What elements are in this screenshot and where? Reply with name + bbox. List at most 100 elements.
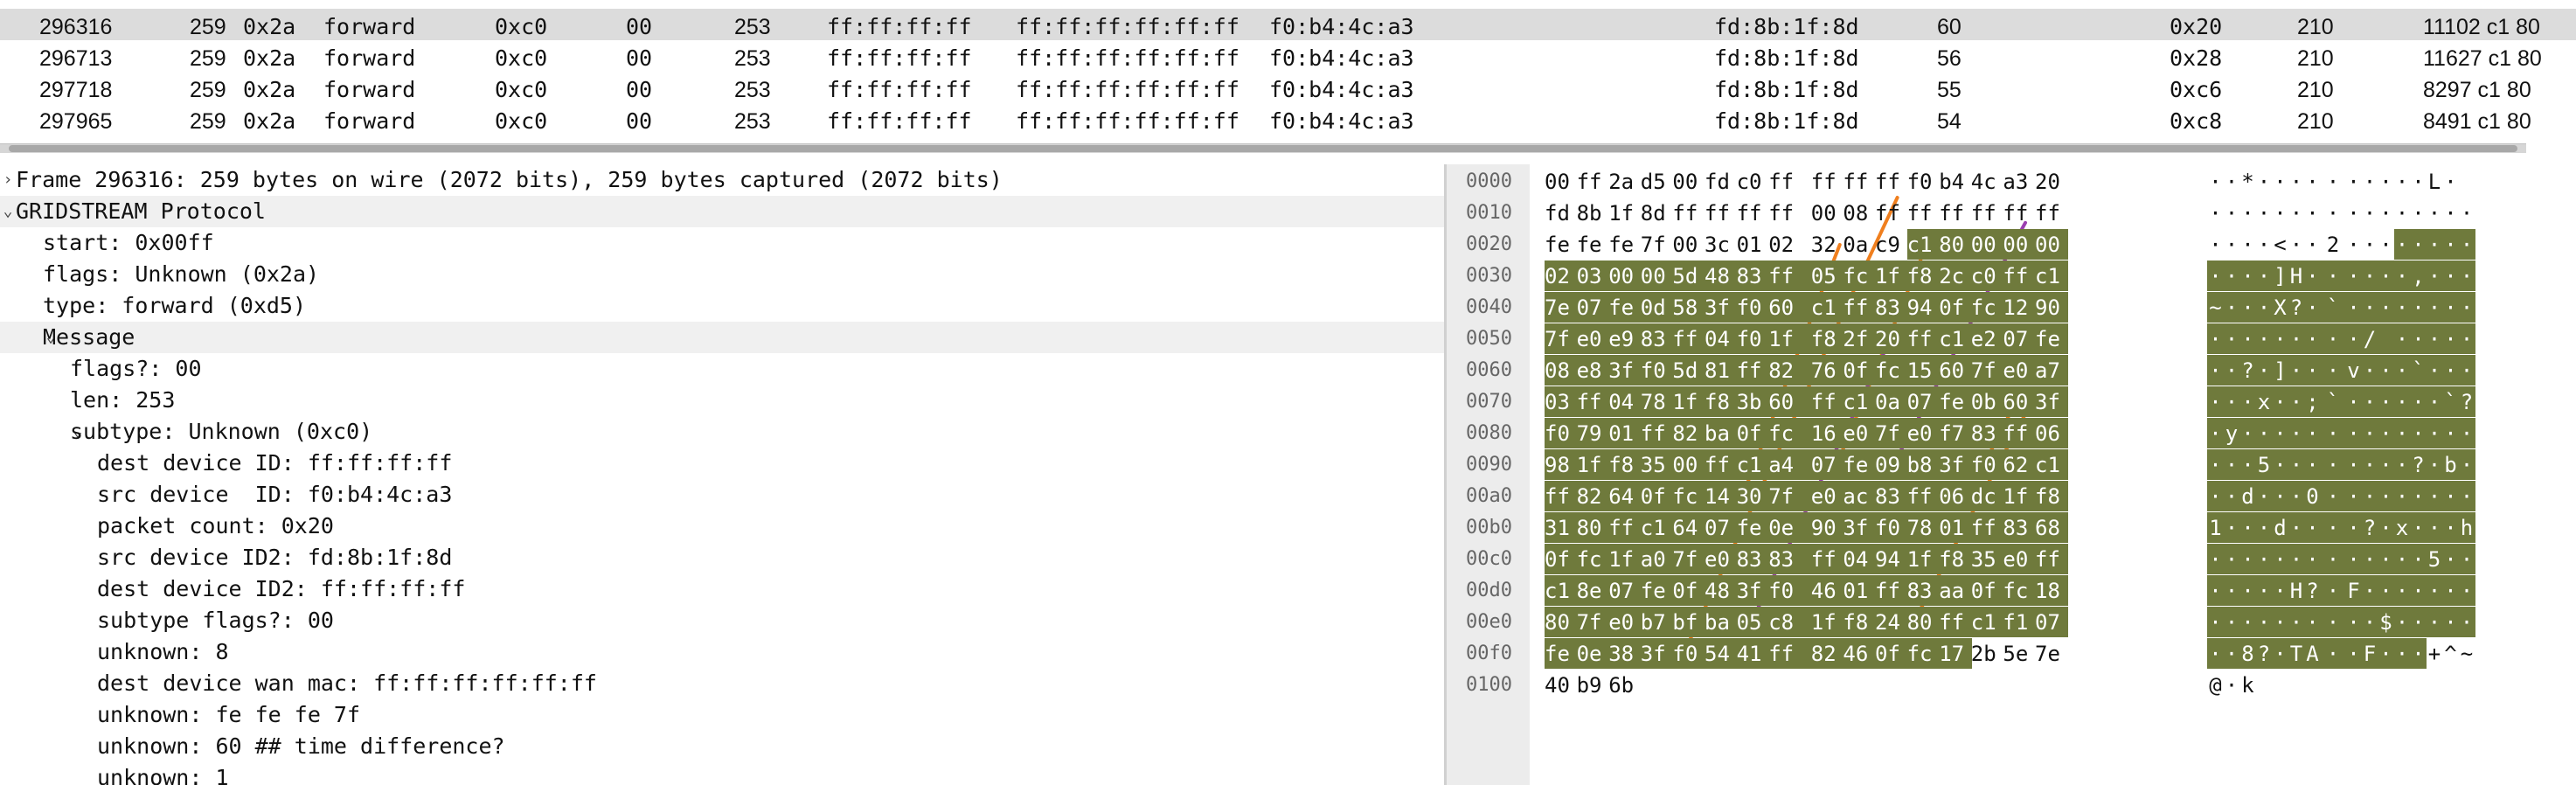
hex-byte[interactable]: 07 (1705, 512, 1738, 543)
hex-byte[interactable]: 7e (2035, 638, 2068, 669)
ascii-char[interactable]: ? (2410, 449, 2427, 480)
ascii-char[interactable]: · (2410, 386, 2427, 417)
hex-byte[interactable]: fc (1970, 292, 2004, 323)
ascii-char[interactable]: · (2410, 575, 2427, 606)
hex-byte[interactable]: 7f (1768, 481, 1812, 511)
hex-byte[interactable]: ff (1906, 323, 1941, 354)
ascii-char[interactable]: · (2239, 449, 2256, 480)
hex-byte[interactable]: 0f (1640, 481, 1674, 511)
ascii-char[interactable]: H (2288, 575, 2305, 606)
hex-byte[interactable]: 31 (1545, 512, 1578, 543)
ascii-char[interactable]: · (2393, 292, 2411, 323)
hex-byte[interactable]: 01 (1608, 418, 1642, 448)
hex-byte[interactable]: ba (1705, 607, 1738, 637)
ascii-char[interactable]: · (2458, 261, 2475, 291)
ascii-char[interactable]: · (2223, 323, 2240, 354)
hex-byte[interactable]: f0 (1736, 323, 1770, 354)
hex-byte[interactable]: ff (1736, 355, 1770, 386)
ascii-char[interactable]: · (2256, 198, 2273, 228)
ascii-char[interactable]: · (2361, 261, 2378, 291)
ascii-char[interactable]: · (2378, 638, 2394, 669)
ascii-char[interactable]: · (2378, 198, 2394, 228)
ascii-char[interactable]: · (2378, 166, 2394, 197)
hex-byte[interactable]: ff (1811, 166, 1844, 197)
ascii-char[interactable]: ? (2361, 512, 2378, 543)
ascii-char[interactable]: , (2410, 261, 2427, 291)
hex-byte[interactable]: 20 (1875, 323, 1908, 354)
hex-byte[interactable]: f8 (1906, 261, 1941, 291)
ascii-char[interactable]: · (2378, 386, 2394, 417)
hex-byte[interactable]: e0 (1843, 418, 1876, 448)
hex-byte[interactable]: d5 (1641, 166, 1674, 197)
hex-byte[interactable]: ff (1672, 198, 1705, 228)
ascii-char[interactable]: 5 (2255, 449, 2273, 480)
hex-byte[interactable]: 00 (1640, 261, 1674, 291)
hex-byte[interactable]: 1f (1810, 607, 1844, 637)
ascii-char[interactable]: · (2458, 544, 2475, 574)
hex-byte[interactable]: fd (1705, 166, 1738, 197)
ascii-char[interactable]: · (2427, 198, 2443, 228)
hex-byte[interactable]: 83 (1736, 261, 1770, 291)
hex-byte[interactable]: f0 (1907, 166, 1941, 197)
ascii-char[interactable]: · (2239, 292, 2256, 323)
ascii-char[interactable]: · (2320, 481, 2346, 511)
hex-byte[interactable]: e0 (1705, 544, 1738, 574)
ascii-char[interactable]: · (2288, 418, 2305, 448)
hex-byte[interactable]: ff (1640, 418, 1674, 448)
hex-byte[interactable]: 03 (1576, 261, 1610, 291)
hex-byte[interactable]: fc (2003, 575, 2036, 606)
ascii-char[interactable]: · (2459, 198, 2475, 228)
hex-byte[interactable]: ff (1672, 323, 1705, 354)
ascii-char[interactable]: · (2393, 418, 2411, 448)
hex-byte[interactable]: e8 (1576, 355, 1610, 386)
hex-byte[interactable]: 16 (1810, 418, 1844, 448)
hex-byte[interactable]: f8 (1810, 323, 1844, 354)
ascii-char[interactable]: ? (2458, 386, 2475, 417)
hex-byte[interactable]: 5d (1672, 355, 1705, 386)
hex-byte[interactable]: 78 (1640, 386, 1674, 417)
ascii-char[interactable]: · (2223, 638, 2240, 669)
hex-byte[interactable]: 06 (2035, 418, 2068, 448)
hex-byte[interactable]: 64 (1608, 481, 1642, 511)
ascii-char[interactable]: · (2442, 544, 2459, 574)
hex-byte[interactable]: ff (2035, 198, 2068, 228)
ascii-char[interactable]: ` (2320, 292, 2346, 323)
ascii-char[interactable]: · (2272, 544, 2288, 574)
ascii-char[interactable]: · (2272, 198, 2288, 228)
ascii-char[interactable]: ~ (2459, 638, 2475, 669)
ascii-char[interactable]: · (2272, 575, 2288, 606)
hex-byte[interactable]: 0f (1875, 638, 1908, 669)
hex-byte[interactable]: c1 (1906, 229, 1941, 260)
ascii-char[interactable]: · (2288, 355, 2305, 386)
hex-byte[interactable]: 76 (1810, 355, 1844, 386)
hex-byte[interactable]: 35 (1640, 449, 1674, 480)
hex-byte[interactable]: f0 (1875, 512, 1908, 543)
hex-byte[interactable]: 06 (1939, 481, 1972, 511)
hex-byte[interactable]: 04 (1608, 386, 1642, 417)
hex-byte[interactable]: f0 (1672, 638, 1705, 669)
ascii-char[interactable]: · (2272, 607, 2288, 637)
ascii-char[interactable]: · (2362, 166, 2378, 197)
ascii-char[interactable]: · (2458, 481, 2475, 511)
ascii-char[interactable]: · (2362, 198, 2378, 228)
hex-byte[interactable]: 1f (1906, 544, 1941, 574)
hex-byte[interactable]: b4 (1939, 166, 1972, 197)
hex-byte[interactable]: 54 (1705, 638, 1738, 669)
hex-byte[interactable]: 83 (2003, 512, 2036, 543)
ascii-char[interactable]: 5 (2426, 544, 2443, 574)
ascii-char[interactable]: · (2255, 607, 2273, 637)
ascii-char[interactable]: · (2256, 229, 2273, 260)
hex-byte[interactable]: 05 (1736, 607, 1770, 637)
hex-byte[interactable]: ff (2003, 198, 2036, 228)
ascii-char[interactable]: · (2378, 229, 2394, 260)
ascii-char[interactable]: · (2378, 481, 2394, 511)
ascii-char[interactable]: · (2345, 292, 2362, 323)
hex-byte[interactable]: 0a (1843, 229, 1876, 260)
ascii-char[interactable]: / (2361, 323, 2378, 354)
ascii-char[interactable]: · (2255, 544, 2273, 574)
ascii-char[interactable]: · (2378, 355, 2394, 386)
ascii-char[interactable]: · (2272, 449, 2288, 480)
hex-byte[interactable]: 07 (2003, 323, 2036, 354)
ascii-char[interactable]: · (2345, 229, 2362, 260)
ascii-char[interactable]: ? (2239, 355, 2256, 386)
